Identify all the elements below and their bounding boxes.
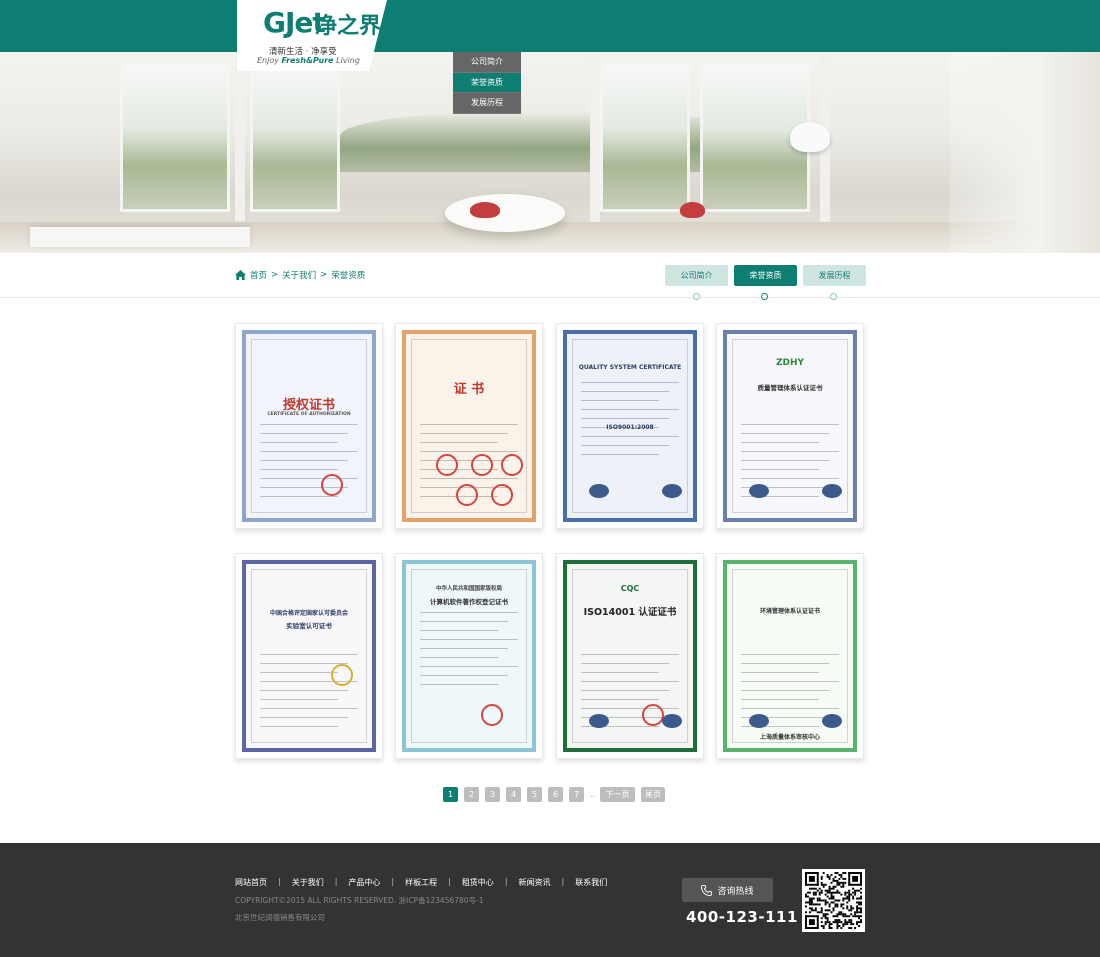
page-number[interactable]: 7 xyxy=(569,787,584,802)
certificate-title: 中国合格评定国家认可委员会 xyxy=(269,610,348,617)
sub-nav: 公司简介 荣誉资质 发展历程 xyxy=(665,265,866,286)
subnav-indicator-dot xyxy=(830,293,837,300)
certificate-card[interactable]: 中国合格评定国家认可委员会 实验室认可证书 xyxy=(235,553,383,759)
footer-link[interactable]: 产品中心 xyxy=(348,877,380,888)
hotline-button[interactable]: 咨询热线 xyxy=(682,878,773,902)
page-ellipsis: .. xyxy=(590,790,596,799)
breadcrumb-current: 荣誉资质 xyxy=(331,271,366,281)
footer-copyright: COPYRIGHT©2015 ALL RIGHTS RESERVED. 浙ICP… xyxy=(235,896,484,905)
footer-separator: | xyxy=(504,877,508,886)
subnav-tab[interactable]: 发展历程 xyxy=(803,265,866,286)
last-page-button[interactable]: 尾页 xyxy=(641,787,665,802)
certificate-title: 证 书 xyxy=(453,382,485,397)
site-logo[interactable]: GJet 净之界 清新生活 · 净享受 Enjoy Fresh&Pure Liv… xyxy=(237,0,387,71)
certificate-image: 证 书 xyxy=(402,330,536,522)
certificate-image: 质量管理体系认证证书 ZDHY xyxy=(723,330,857,522)
certificate-subtitle: 计算机软件著作权登记证书 xyxy=(430,598,508,606)
top-header xyxy=(0,0,1100,52)
certificate-subtitle: ZDHY xyxy=(775,358,805,368)
certificate-card[interactable]: 质量管理体系认证证书 ZDHY xyxy=(716,323,864,529)
page-number[interactable]: 1 xyxy=(443,787,458,802)
footer-nav: 网站首页 | 关于我们 | 产品中心 | 样板工程 | 租赁中心 | 新闻资讯 | 联系我们 xyxy=(235,877,607,888)
page-number[interactable]: 3 xyxy=(485,787,500,802)
breadcrumb-bar: 首页 > 关于我们 > 荣誉资质 公司简介 荣誉资质 发展历程 xyxy=(0,253,1100,298)
footer-separator: | xyxy=(448,877,451,886)
certificate-subtitle: 实验室认可证书 xyxy=(286,622,332,630)
dropdown-item[interactable]: 公司简介 xyxy=(453,52,521,73)
certificate-card[interactable]: 证 书 xyxy=(395,323,543,529)
certificate-card[interactable]: 环境管理体系认证证书 上海质量体系审核中心 xyxy=(716,553,864,759)
certificate-image: QUALITY SYSTEM CERTIFICATE ISO9001:2008 xyxy=(563,330,697,522)
footer-link[interactable]: 租赁中心 xyxy=(462,877,494,888)
certificate-subtitle: CQC xyxy=(620,584,640,593)
footer-company: 北京世纪润德销售有限公司 xyxy=(235,913,325,922)
breadcrumb: 首页 > 关于我们 > 荣誉资质 xyxy=(235,269,365,281)
pagination: 1 2 3 4 5 6 7.. 下一页 尾页 xyxy=(443,787,665,802)
company-dropdown: 公司简介 荣誉资质 发展历程 xyxy=(453,52,521,114)
certificate-card[interactable]: 授权证书 CERTIFICATE OF AUTHORIZATION xyxy=(235,323,383,529)
footer-separator: | xyxy=(391,877,395,886)
certificate-title: 中华人民共和国国家版权局 xyxy=(435,586,502,592)
certificate-card[interactable]: ISO14001 认证证书 CQC xyxy=(556,553,704,759)
page-number[interactable]: 5 xyxy=(527,787,542,802)
certificate-title: 环境管理体系认证证书 xyxy=(759,608,820,615)
footer-link[interactable]: 网站首页 xyxy=(235,877,267,888)
subnav-tab[interactable]: 荣誉资质 xyxy=(734,265,797,286)
certificate-image: ISO14001 认证证书 CQC xyxy=(563,560,697,752)
breadcrumb-parent[interactable]: 关于我们 xyxy=(282,269,316,281)
footer-separator: | xyxy=(561,877,565,886)
certificate-title: QUALITY SYSTEM CERTIFICATE xyxy=(578,364,682,371)
next-page-button[interactable]: 下一页 xyxy=(600,787,635,802)
logo-name: 净之界 xyxy=(315,14,382,39)
certificate-image: 环境管理体系认证证书 上海质量体系审核中心 xyxy=(723,560,857,752)
footer-link[interactable]: 关于我们 xyxy=(292,877,324,888)
footer-link[interactable]: 新闻资讯 xyxy=(519,877,551,888)
logo-tagline: Enjoy Fresh&Pure Living xyxy=(257,56,360,65)
certificate-subtitle: CERTIFICATE OF AUTHORIZATION xyxy=(267,412,351,417)
certificate-image: 中国合格评定国家认可委员会 实验室认可证书 xyxy=(242,560,376,752)
certificate-title: ISO14001 认证证书 xyxy=(583,607,677,618)
footer-separator: | xyxy=(278,877,281,886)
footer-link[interactable]: 样板工程 xyxy=(405,877,437,888)
certificate-card[interactable]: QUALITY SYSTEM CERTIFICATE ISO9001:2008 xyxy=(556,323,704,529)
footer-link[interactable]: 联系我们 xyxy=(575,877,607,888)
site-footer: 网站首页 | 关于我们 | 产品中心 | 样板工程 | 租赁中心 | 新闻资讯 | 联系我们 COPYR… xyxy=(0,843,1100,957)
certificate-subtitle: 上海质量体系审核中心 xyxy=(759,734,820,741)
page-number[interactable]: 4 xyxy=(506,787,521,802)
certificate-title: 质量管理体系认证证书 xyxy=(757,384,823,392)
hero-banner xyxy=(0,52,1100,253)
qr-code xyxy=(802,869,865,932)
dropdown-item[interactable]: 发展历程 xyxy=(453,93,521,114)
certificate-title: 授权证书 xyxy=(282,398,335,413)
hotline-label: 咨询热线 xyxy=(717,886,754,897)
home-icon xyxy=(235,270,246,280)
certificate-image: 中华人民共和国国家版权局 计算机软件著作权登记证书 xyxy=(402,560,536,752)
footer-separator: | xyxy=(334,877,338,886)
hotline-number: 400-123-111 xyxy=(686,908,798,926)
dropdown-item[interactable]: 荣誉资质 xyxy=(453,72,521,93)
breadcrumb-home[interactable]: 首页 xyxy=(250,269,267,281)
page-number[interactable]: 6 xyxy=(548,787,563,802)
page-number[interactable]: 2 xyxy=(464,787,479,802)
certificate-card[interactable]: 中华人民共和国国家版权局 计算机软件著作权登记证书 xyxy=(395,553,543,759)
subnav-indicator-dot-active xyxy=(761,293,768,300)
certificate-image: 授权证书 CERTIFICATE OF AUTHORIZATION xyxy=(242,330,376,522)
subnav-indicator-dot xyxy=(693,293,700,300)
phone-icon xyxy=(701,884,713,896)
subnav-tab[interactable]: 公司简介 xyxy=(665,265,728,286)
